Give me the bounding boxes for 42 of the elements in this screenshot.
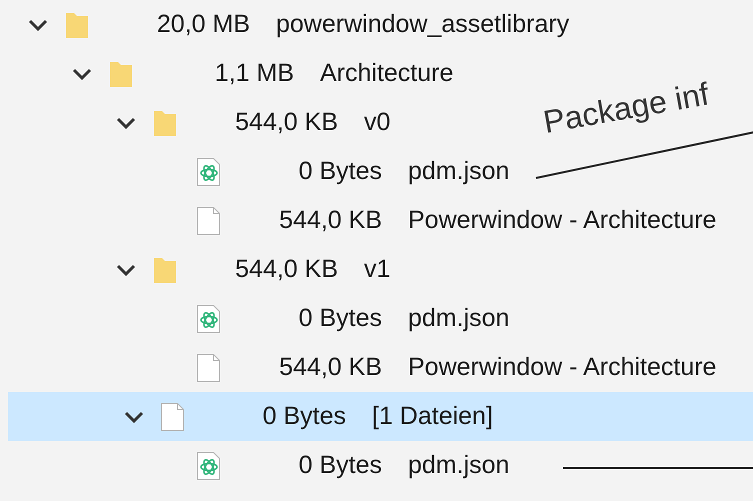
json-file-icon — [196, 450, 222, 480]
selected-tree-row[interactable]: 0 Bytes [1 Dateien] — [8, 392, 753, 441]
size-text: 544,0 KB — [234, 108, 338, 137]
tree-row[interactable]: 0 Bytes pdm.json — [0, 147, 516, 196]
chevron-icon[interactable] — [27, 18, 49, 32]
file-name: [1 Dateien] — [372, 402, 493, 431]
tree-row[interactable]: 544,0 KB Powerwindow - Architecture — [0, 343, 722, 392]
size-text: 544,0 KB — [278, 353, 382, 382]
json-file-icon — [196, 156, 222, 186]
tree-row[interactable]: 1,1 MB Architecture — [0, 49, 460, 98]
tree-row[interactable]: 0 Bytes pdm.json — [0, 441, 516, 490]
file-name: powerwindow_assetlibrary — [276, 10, 570, 39]
chevron-icon[interactable] — [123, 410, 145, 424]
file-name: Architecture — [320, 59, 454, 88]
file-name: v1 — [364, 255, 390, 284]
size-text: 544,0 KB — [278, 206, 382, 235]
file-name: Powerwindow - Architecture — [408, 353, 716, 382]
size-text: 20,0 MB — [156, 10, 250, 39]
size-text: 544,0 KB — [234, 255, 338, 284]
chevron-icon[interactable] — [71, 66, 93, 80]
file-icon — [160, 402, 186, 432]
size-text: 0 Bytes — [262, 402, 346, 431]
chevron-icon[interactable] — [115, 262, 137, 276]
annotation-label: Package inf — [540, 76, 712, 141]
file-name: pdm.json — [408, 304, 510, 333]
file-icon — [196, 206, 222, 236]
size-text: 0 Bytes — [298, 157, 382, 186]
size-text: 0 Bytes — [298, 304, 382, 333]
tree-row[interactable]: 544,0 KB Powerwindow - Architecture — [0, 196, 722, 245]
file-name: pdm.json — [408, 451, 510, 480]
file-name: v0 — [364, 108, 390, 137]
file-name: Powerwindow - Architecture — [408, 206, 716, 235]
chevron-icon[interactable] — [115, 116, 137, 130]
tree-row[interactable]: 544,0 KB v1 — [0, 245, 396, 294]
file-icon — [196, 352, 222, 382]
file-name: pdm.json — [408, 157, 510, 186]
json-file-icon — [196, 304, 222, 334]
tree-row[interactable]: 0 Bytes pdm.json — [0, 294, 516, 343]
tree-row[interactable]: 544,0 KB v0 — [0, 98, 396, 147]
tree-row[interactable]: 20,0 MB powerwindow_assetlibrary — [0, 0, 576, 49]
size-text: 0 Bytes — [298, 451, 382, 480]
size-text: 1,1 MB — [214, 59, 294, 88]
